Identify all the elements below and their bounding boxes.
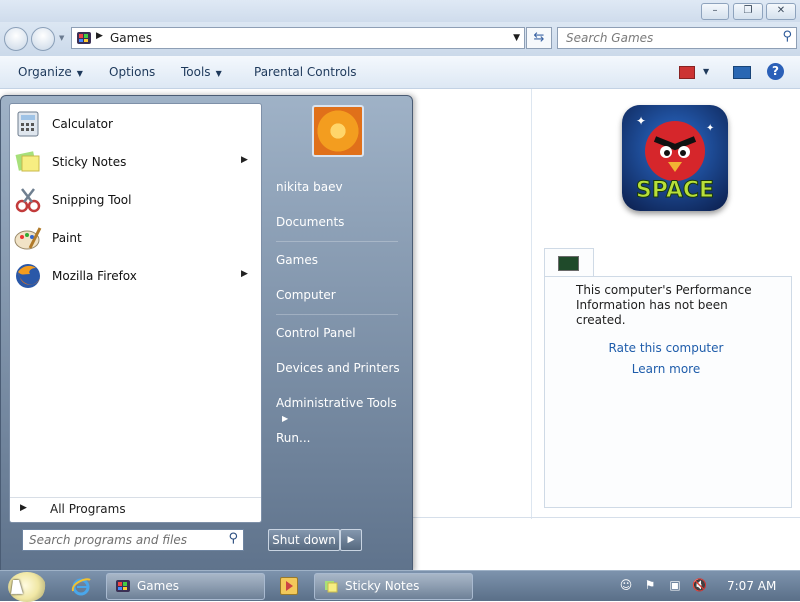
submenu-arrow-icon[interactable]: ▶ [241, 155, 248, 165]
calculator-icon [17, 111, 39, 137]
taskbar-label: Games [137, 579, 179, 593]
refresh-button[interactable]: ⇆ [526, 27, 552, 49]
user-folder-link[interactable]: nikita baev [276, 180, 343, 194]
performance-tab[interactable] [544, 248, 594, 278]
close-button[interactable]: ✕ [766, 3, 796, 20]
clock[interactable]: 7:07 AM [727, 579, 776, 593]
program-item-paint[interactable]: Paint [10, 220, 261, 256]
forward-button[interactable] [31, 27, 55, 51]
search-icon[interactable]: ⚲ [782, 29, 792, 44]
games-icon [116, 580, 130, 592]
view-dropdown-icon[interactable]: ▼ [703, 67, 709, 76]
network-icon[interactable]: ▣ [668, 578, 682, 592]
program-label: Calculator [52, 117, 113, 131]
breadcrumb-games[interactable]: Games [110, 31, 152, 45]
devices-and-printers-link[interactable]: Devices and Printers [276, 361, 400, 375]
menu-separator [276, 241, 398, 242]
view-icon[interactable] [679, 66, 695, 79]
action-center-flag-icon[interactable]: ⚑ [643, 578, 657, 592]
start-search-box[interactable]: Search programs and files ⚲ [22, 529, 244, 551]
performance-panel: This computer's Performance Information … [544, 276, 792, 508]
snipping-tool-icon [15, 188, 41, 213]
chevron-down-icon: ▼ [76, 69, 83, 78]
taskbar: Games Sticky Notes ☺ ⚑ ▣ 🔇 7:07 AM [0, 570, 800, 602]
sticky-notes-icon [325, 581, 338, 593]
program-label: Mozilla Firefox [52, 269, 137, 283]
program-label: Paint [52, 231, 82, 245]
svg-text:✦: ✦ [636, 114, 646, 128]
parental-controls-label: Parental Controls [254, 65, 357, 79]
svg-text:✦: ✦ [706, 123, 714, 134]
start-menu-right-pane: nikita baev Documents Games Computer Con… [262, 96, 412, 571]
sticky-notes-icon [15, 151, 40, 172]
submenu-arrow-icon[interactable]: ▶ [241, 269, 248, 279]
angry-birds-space-icon: SPACE ✦ ✦ [622, 105, 728, 211]
address-bar[interactable]: ▶ Games ▼ [71, 27, 525, 49]
volume-muted-icon[interactable]: 🔇 [692, 578, 707, 592]
firefox-icon [16, 264, 40, 288]
taskbar-button-sticky-notes[interactable]: Sticky Notes [314, 573, 473, 600]
program-label: Sticky Notes [52, 155, 127, 169]
recent-pages-icon[interactable]: ▼ [59, 34, 64, 42]
navigation-bar: ▼ ▶ Games ▼ ⇆ Search Games ⚲ [0, 22, 800, 56]
submenu-arrow-icon: ▶ [282, 414, 289, 423]
rate-this-computer-link[interactable]: Rate this computer [545, 341, 787, 355]
user-avatar[interactable] [312, 105, 364, 157]
media-player-icon[interactable] [280, 577, 298, 595]
options-button[interactable]: Options [109, 65, 155, 79]
search-input[interactable]: Search Games [566, 31, 653, 45]
all-programs-arrow-icon: ▶ [20, 503, 27, 513]
performance-message: This computer's Performance Information … [576, 283, 752, 327]
taskbar-label: Sticky Notes [345, 579, 420, 593]
language-icon[interactable]: ☺ [619, 578, 633, 592]
games-link[interactable]: Games [276, 253, 318, 267]
game-logo-text: SPACE [636, 178, 714, 203]
program-item-snipping-tool[interactable]: Snipping Tool [10, 182, 261, 218]
administrative-tools-link[interactable]: Administrative Tools ▶ [276, 396, 412, 424]
address-dropdown-icon[interactable]: ▼ [513, 33, 520, 43]
search-icon[interactable]: ⚲ [228, 531, 238, 546]
administrative-tools-label: Administrative Tools [276, 396, 397, 410]
chevron-down-icon: ▼ [215, 69, 222, 78]
program-item-sticky-notes[interactable]: Sticky Notes ▶ [10, 144, 261, 180]
shut-down-options-button[interactable]: ▶ [340, 529, 362, 551]
minimize-button[interactable]: – [701, 3, 729, 20]
start-search-input[interactable]: Search programs and files [29, 533, 187, 547]
all-programs-button[interactable]: ▶ All Programs [10, 497, 261, 520]
command-bar: Organize ▼ Options Tools ▼ Parental Contro… [0, 56, 800, 89]
run-link[interactable]: Run... [276, 431, 310, 445]
internet-explorer-icon[interactable] [70, 575, 92, 597]
paint-icon [14, 227, 42, 250]
program-label: Snipping Tool [52, 193, 132, 207]
breadcrumb-arrow-icon[interactable]: ▶ [96, 31, 103, 41]
control-panel-link[interactable]: Control Panel [276, 326, 356, 340]
start-menu: Calculator Sticky Notes ▶ Snipping Tool … [0, 95, 413, 572]
pane-divider [531, 89, 532, 519]
title-bar: – ❐ ✕ [0, 0, 800, 22]
mouse-cursor-icon [11, 580, 25, 594]
games-folder-icon [77, 32, 91, 44]
tools-label: Tools [181, 65, 211, 79]
organize-menu[interactable]: Organize ▼ [18, 65, 83, 79]
back-button[interactable] [4, 27, 28, 51]
help-icon[interactable]: ? [767, 63, 784, 80]
shut-down-button[interactable]: Shut down [268, 529, 340, 551]
program-item-calculator[interactable]: Calculator [10, 106, 261, 142]
start-menu-programs-pane: Calculator Sticky Notes ▶ Snipping Tool … [9, 103, 262, 523]
restore-button[interactable]: ❐ [733, 3, 763, 20]
computer-link[interactable]: Computer [276, 288, 336, 302]
options-label: Options [109, 65, 156, 79]
documents-link[interactable]: Documents [276, 215, 344, 229]
taskbar-button-games[interactable]: Games [106, 573, 265, 600]
parental-controls-button[interactable]: Parental Controls [254, 65, 357, 79]
performance-monitor-icon [558, 256, 579, 271]
menu-separator [276, 314, 398, 315]
tools-menu[interactable]: Tools ▼ [181, 65, 222, 79]
preview-pane-icon[interactable] [733, 66, 751, 79]
learn-more-link[interactable]: Learn more [545, 362, 787, 376]
organize-label: Organize [18, 65, 72, 79]
program-item-mozilla-firefox[interactable]: Mozilla Firefox ▶ [10, 258, 261, 294]
all-programs-label: All Programs [50, 502, 126, 516]
search-box[interactable]: Search Games ⚲ [557, 27, 797, 49]
